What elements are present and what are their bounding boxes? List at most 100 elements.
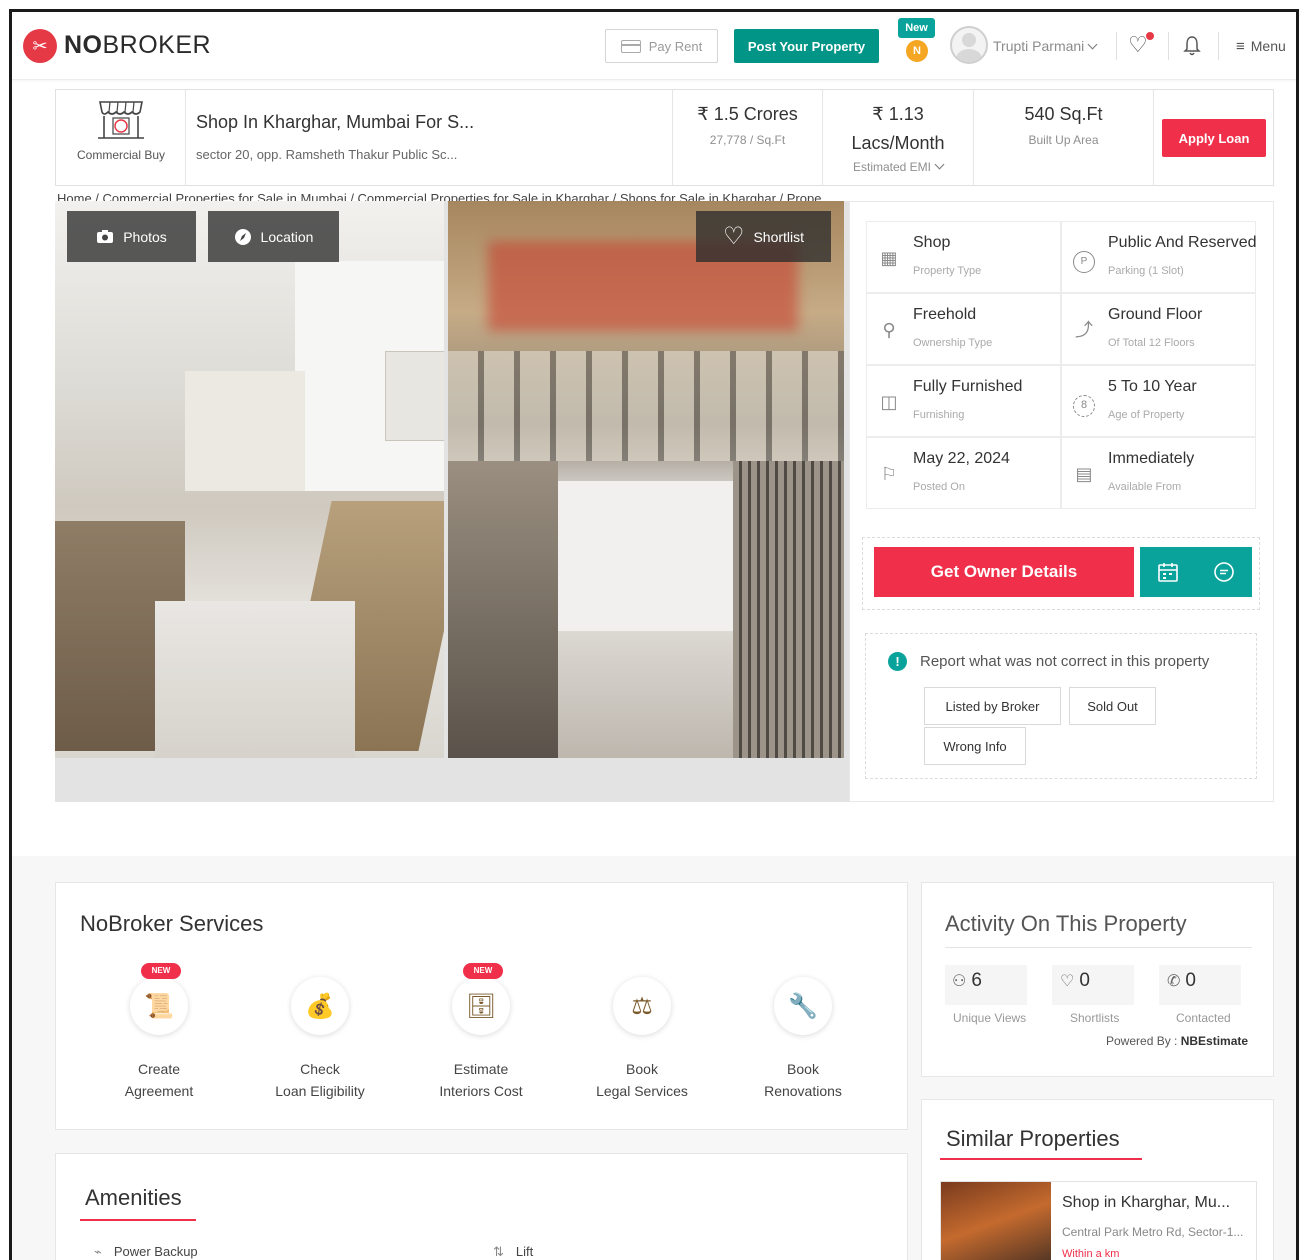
shortlist-heart-icon[interactable]: ♡ <box>1128 34 1148 56</box>
pay-rent-button[interactable]: Pay Rent <box>605 29 718 63</box>
bell-icon[interactable] <box>1183 35 1201 57</box>
alert-icon: ! <box>888 652 907 671</box>
shop-icon <box>98 101 144 139</box>
avatar[interactable] <box>950 26 988 64</box>
schedule-visit-button[interactable] <box>1140 547 1196 597</box>
service-label-line1: Book <box>626 1061 658 1077</box>
photos-button[interactable]: Photos <box>67 211 196 262</box>
detail-label: Posted On <box>913 481 965 493</box>
detail-label: Age of Property <box>1108 409 1185 421</box>
shortlist-button[interactable]: ♡ Shortlist <box>696 211 831 262</box>
amenity-power-backup: ⌁ Power Backup <box>94 1244 198 1260</box>
lift-icon: ⇅ <box>493 1244 504 1259</box>
apply-loan-button[interactable]: Apply Loan <box>1162 119 1266 157</box>
report-sold-out[interactable]: Sold Out <box>1069 687 1156 725</box>
emi-dropdown[interactable]: Estimated EMI <box>823 159 973 174</box>
chat-button[interactable] <box>1196 547 1252 597</box>
services-title: NoBroker Services <box>80 911 264 936</box>
detail-label: Ownership Type <box>913 337 993 349</box>
property-type-cell: Commercial Buy <box>56 90 186 185</box>
powered-by-label: Powered By : <box>1106 1034 1178 1048</box>
property-address: sector 20, opp. Ramsheth Thakur Public S… <box>196 147 458 162</box>
detail-floor: ⤴ Ground Floor Of Total 12 Floors <box>1061 293 1256 365</box>
shop-front-photo-2[interactable] <box>448 201 844 758</box>
detail-value: Immediately <box>1108 450 1195 467</box>
service-renovations[interactable]: 🔧 Book Renovations <box>738 963 868 1102</box>
service-label-line2: Renovations <box>764 1083 842 1099</box>
parking-icon: P <box>1072 246 1096 273</box>
stat-unique-views: ⚇ 6 Unique Views <box>945 965 1027 1025</box>
area-value: 540 Sq.Ft <box>1024 104 1103 124</box>
nobroker-logo-icon[interactable]: ✂ <box>23 29 57 63</box>
new-tag: NEW <box>141 963 181 979</box>
furniture-icon: ◫ <box>880 392 898 412</box>
detail-label: Parking (1 Slot) <box>1108 265 1184 277</box>
similar-property-distance: Within a km <box>1062 1248 1120 1260</box>
detail-label: Furnishing <box>913 409 965 421</box>
coins-icon[interactable]: N <box>906 40 928 62</box>
detail-value: Freehold <box>913 306 977 323</box>
chevron-down-icon <box>1087 39 1098 50</box>
powered-by-brand: NBEstimate <box>1180 1034 1249 1048</box>
menu-button[interactable]: ≡ Menu <box>1236 38 1286 55</box>
service-legal[interactable]: ⚖ Book Legal Services <box>577 963 707 1102</box>
photo-gallery[interactable]: Photos Location ♡ Shortlist <box>55 201 849 802</box>
amenity-lift: ⇅ Lift <box>493 1244 533 1260</box>
chevron-down-icon <box>934 159 945 170</box>
similar-property-title: Shop in Kharghar, Mu... <box>1062 1194 1231 1211</box>
camera-icon <box>97 230 114 243</box>
service-loan-eligibility[interactable]: 💰 Check Loan Eligibility <box>255 963 385 1102</box>
detail-value: May 22, 2024 <box>913 450 1010 467</box>
detail-value: Public And Reserved <box>1108 234 1257 251</box>
calendar-icon: ▤ <box>1075 464 1093 484</box>
property-details-panel: ▦ Shop Property Type P Public And Reserv… <box>849 201 1274 802</box>
nobroker-logo-text[interactable]: NOBROKER <box>64 31 211 60</box>
gavel-icon: ⚖ <box>613 977 671 1035</box>
detail-label: Property Type <box>913 265 982 277</box>
service-create-agreement[interactable]: NEW 📜 Create Agreement <box>94 963 224 1102</box>
similar-property-photo[interactable] <box>941 1182 1051 1260</box>
get-owner-details-button[interactable]: Get Owner Details <box>874 547 1134 597</box>
user-menu[interactable]: Trupti Parmani <box>993 38 1098 54</box>
area-label: Built Up Area <box>1028 133 1099 147</box>
detail-value: 5 To 10 Year <box>1108 378 1197 395</box>
stat-label: Unique Views <box>953 1011 1027 1025</box>
property-type-label: Commercial Buy <box>76 148 166 162</box>
emi-unit: Lacs/Month <box>851 133 945 153</box>
stat-contacted: ✆ 0 Contacted <box>1159 965 1241 1025</box>
stairs-icon: ⤴ <box>1075 320 1093 340</box>
agreement-icon: 📜 <box>130 977 188 1035</box>
location-label: Location <box>260 228 314 245</box>
report-listed-by-broker[interactable]: Listed by Broker <box>924 687 1061 725</box>
location-button[interactable]: Location <box>208 211 339 262</box>
powered-by: Powered By : NBEstimate <box>1106 1034 1248 1048</box>
user-name: Trupti Parmani <box>993 38 1085 54</box>
pay-rent-label: Pay Rent <box>648 38 703 54</box>
detail-property-type: ▦ Shop Property Type <box>866 221 1061 293</box>
service-label-line1: Estimate <box>453 1061 509 1077</box>
price-value: ₹ 1.5 Crores <box>697 104 798 124</box>
detail-value: Fully Furnished <box>913 378 1023 395</box>
user-icon: ⚇ <box>952 973 967 990</box>
shop-interior-photo-1[interactable] <box>55 201 444 758</box>
amenities-card: Amenities ⌁ Power Backup ⇅ Lift <box>55 1153 908 1260</box>
hamburger-icon: ≡ <box>1236 38 1245 55</box>
divider <box>1218 32 1219 60</box>
similar-property-item[interactable]: Shop in Kharghar, Mu... Central Park Met… <box>940 1181 1257 1260</box>
area-cell: 540 Sq.Ft Built Up Area <box>974 90 1154 185</box>
post-property-button[interactable]: Post Your Property <box>734 29 879 63</box>
title-cell: Shop In Kharghar, Mumbai For S... sector… <box>186 90 673 185</box>
divider <box>1116 32 1117 60</box>
report-box: ! Report what was not correct in this pr… <box>865 633 1257 779</box>
owner-actions: Get Owner Details <box>862 537 1260 610</box>
report-wrong-info[interactable]: Wrong Info <box>924 727 1026 765</box>
compass-icon <box>234 228 251 245</box>
similar-property-address: Central Park Metro Rd, Sector-1... <box>1062 1225 1244 1239</box>
new-badge: New <box>898 18 935 38</box>
detail-age: 8 5 To 10 Year Age of Property <box>1061 365 1256 437</box>
service-interiors-cost[interactable]: NEW 🗄 Estimate Interiors Cost <box>416 963 546 1102</box>
building-icon: ▦ <box>880 248 898 268</box>
stat-value: 0 <box>1185 970 1196 991</box>
activity-card: Activity On This Property ⚇ 6 Unique View… <box>921 882 1274 1077</box>
notification-dot <box>1146 32 1154 40</box>
